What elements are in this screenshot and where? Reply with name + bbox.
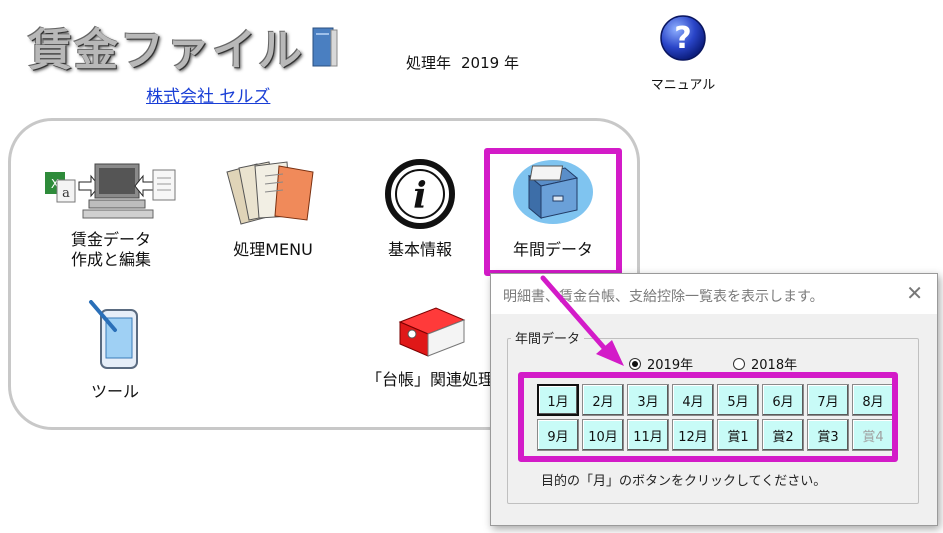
app-title: 賃金ファイル (28, 25, 304, 76)
annual-data-highlight (484, 148, 622, 276)
svg-text:?: ? (674, 21, 691, 56)
month-buttons-highlight (518, 372, 898, 462)
basic-info-tile[interactable]: i 基本情報 (360, 156, 480, 260)
wage-data-tile[interactable]: X a 賃金データ 作成と編集 (36, 160, 186, 270)
tools-tile[interactable]: ツール (60, 300, 170, 402)
computer-transfer-icon: X a (45, 163, 176, 219)
company-link[interactable]: 株式会社 セルズ (146, 82, 270, 107)
radio-2019-label: 2019年 (647, 358, 694, 373)
tools-label: ツール (90, 382, 139, 401)
radio-2018-label: 2018年 (751, 358, 798, 373)
mobile-device-icon (89, 300, 138, 369)
manual-button[interactable]: ? マニュアル (643, 14, 723, 93)
radio-year-2018[interactable]: 2018年 (733, 354, 797, 373)
wage-data-label-1: 賃金データ (70, 230, 151, 249)
year-value: 2019 年 (461, 54, 519, 72)
documents-icon (226, 161, 314, 225)
radio-2019-indicator[interactable] (629, 357, 641, 370)
help-icon[interactable]: ? (659, 14, 707, 62)
instruction-text: 目的の「月」のボタンをクリックしてください。 (541, 474, 827, 489)
close-icon[interactable]: ✕ (906, 283, 923, 303)
binder-icon (398, 307, 466, 357)
processing-menu-label: 処理MENU (233, 240, 313, 259)
book-icon (312, 27, 338, 67)
svg-text:i: i (413, 175, 427, 217)
processing-menu-tile[interactable]: 処理MENU (205, 158, 341, 260)
year-label: 処理年 (406, 54, 452, 72)
basic-info-label: 基本情報 (387, 240, 452, 259)
dialog-title: 明細書、賃金台帳、支給控除一覧表を表示します。 (503, 289, 824, 305)
processing-year: 処理年 2019 年 (406, 52, 519, 73)
year-group-label: 年間データ (511, 328, 585, 347)
info-icon: i (385, 159, 455, 229)
dialog-titlebar: 明細書、賃金台帳、支給控除一覧表を表示します。 ✕ (491, 274, 937, 314)
ledger-tile[interactable]: 「台帳」関連処理 (360, 304, 500, 390)
radio-year-2019[interactable]: 2019年 (629, 354, 693, 373)
wage-data-label-2: 作成と編集 (70, 250, 151, 269)
manual-label: マニュアル (650, 78, 716, 93)
svg-text:a: a (62, 186, 70, 201)
radio-2018-indicator[interactable] (733, 357, 745, 370)
ledger-label: 「台帳」関連処理 (365, 370, 494, 389)
